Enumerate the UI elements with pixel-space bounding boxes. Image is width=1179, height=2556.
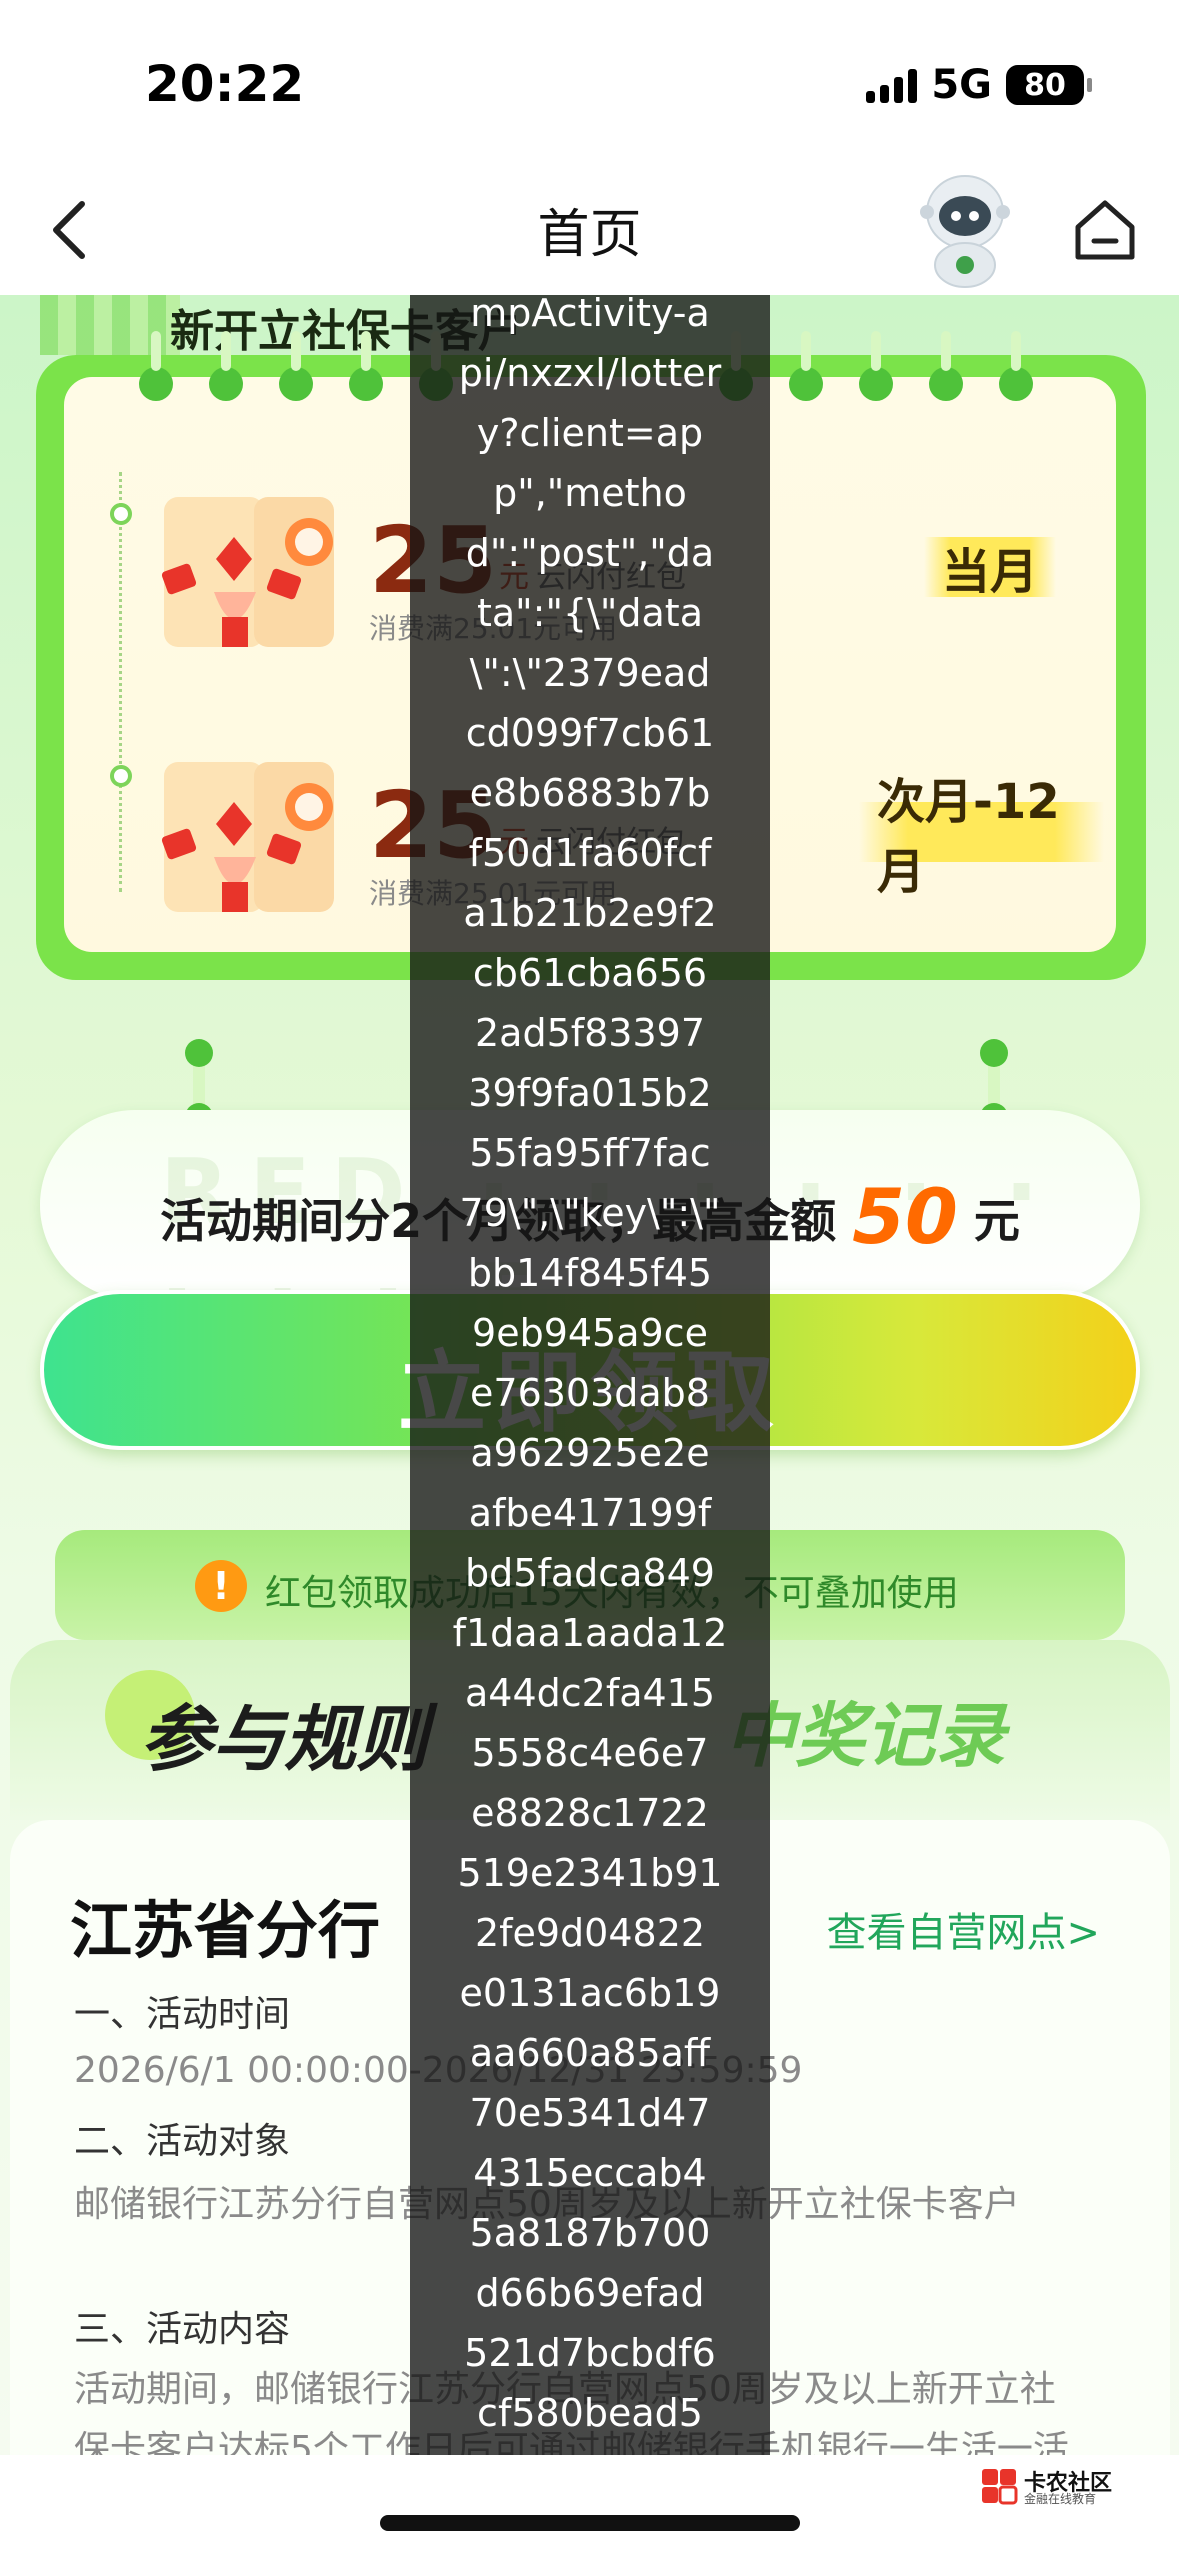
rule-section-title: 一、活动时间: [74, 1994, 291, 2035]
status-bar: 20:22 5G 80: [0, 0, 1179, 160]
overlay-line: bb14f845f45: [467, 1251, 713, 1295]
watermark: 卡农社区 金融在线教育: [980, 2463, 1130, 2507]
info-max-amount: 50: [852, 1172, 958, 1261]
timeline-dot: [110, 765, 132, 787]
timeline-dot: [110, 503, 132, 525]
watermark-subtitle: 金融在线教育: [1024, 2492, 1097, 2506]
overlay-line: e76303dab8: [470, 1371, 710, 1415]
warning-icon: !: [195, 1560, 247, 1612]
overlay-line: f50d1fa60fcf: [468, 831, 712, 875]
overlay-line: mpActivity-a: [470, 295, 710, 335]
red-envelope-gift-icon: [144, 762, 354, 922]
overlay-line: y?client=ap: [476, 411, 704, 455]
robot-mascot-icon[interactable]: [915, 170, 1015, 290]
overlay-line: 39f9fa015b2: [468, 1071, 712, 1115]
overlay-line: pi/nxzxl/lotter: [458, 351, 722, 395]
rule-section-title: 二、活动对象: [74, 2121, 291, 2162]
overlay-line: afbe417199f: [468, 1491, 712, 1535]
overlay-line: 2ad5f83397: [474, 1011, 706, 1055]
overlay-line: 55fa95ff7fac: [469, 1131, 711, 1175]
overlay-line: bd5fadca849: [465, 1551, 715, 1595]
overlay-line: cf580bead5: [477, 2391, 703, 2435]
kanong-logo-icon: [982, 2469, 1018, 2505]
status-indicators: 5G 80: [866, 62, 1092, 108]
overlay-line: e8828c1722: [471, 1791, 709, 1835]
overlay-line: 2fe9d04822: [474, 1911, 706, 1955]
home-indicator[interactable]: [380, 2515, 800, 2531]
request-debug-overlay: mpActivity-a pi/nxzxl/lotter y?client=ap p"…: [410, 295, 770, 2455]
overlay-line: 70e5341d47: [469, 2091, 711, 2135]
home-icon: [1075, 200, 1135, 260]
overlay-line: p","metho: [493, 471, 687, 515]
rule-section-title: 三、活动内容: [74, 2309, 291, 2350]
overlay-line: ta":"{\"data: [477, 591, 703, 635]
overlay-line: e8b6883b7b: [469, 771, 711, 815]
overlay-line: \":\"2379ead: [469, 651, 711, 695]
view-branches-link[interactable]: 查看自营网点>: [826, 1900, 1100, 1958]
tab-rules[interactable]: 参与规则: [140, 1680, 428, 1785]
red-envelope-gift-icon: [144, 497, 354, 657]
network-label: 5G: [931, 62, 992, 108]
overlay-line: f1daa1aada12: [452, 1611, 728, 1655]
timeline-line: [119, 472, 123, 892]
overlay-line: 4315eccab4: [473, 2151, 707, 2195]
overlay-line: a44dc2fa415: [464, 1671, 716, 1715]
overlay-line: a1b21b2e9f2: [463, 891, 717, 935]
overlay-line: 521d7bcbdf6: [464, 2331, 716, 2375]
overlay-line: a962925e2e: [470, 1431, 710, 1475]
overlay-line: 79\",\"key\":\": [459, 1191, 721, 1235]
overlay-line: 5a8187b700: [469, 2211, 711, 2255]
overlay-line: 5558c4e6e7: [471, 1731, 709, 1775]
signal-icon: [866, 67, 918, 103]
nav-bar: 首页: [0, 160, 1179, 295]
reward-period: 次月-12月: [859, 774, 1104, 900]
overlay-line: aa660a85aff: [469, 2031, 711, 2075]
overlay-line: d":"post","da: [465, 531, 715, 575]
overlay-line: e0131ac6b19: [459, 1971, 721, 2015]
overlay-text: mpActivity-a pi/nxzxl/lotter y?client=ap p"…: [410, 295, 770, 2443]
info-suffix: 元: [973, 1194, 1020, 1248]
home-button[interactable]: [1070, 195, 1140, 265]
status-time: 20:22: [145, 55, 305, 113]
overlay-line: 9eb945a9ce: [472, 1311, 708, 1355]
overlay-line: cb61cba656: [472, 951, 708, 995]
overlay-line: d66b69efad: [475, 2271, 705, 2315]
reward-period: 当月: [924, 537, 1057, 600]
overlay-line: 519e2341b91: [457, 1851, 723, 1895]
battery-icon: 80: [1006, 65, 1092, 105]
overlay-line: cd099f7cb61: [465, 711, 715, 755]
branch-name: 江苏省分行: [70, 1894, 381, 1967]
